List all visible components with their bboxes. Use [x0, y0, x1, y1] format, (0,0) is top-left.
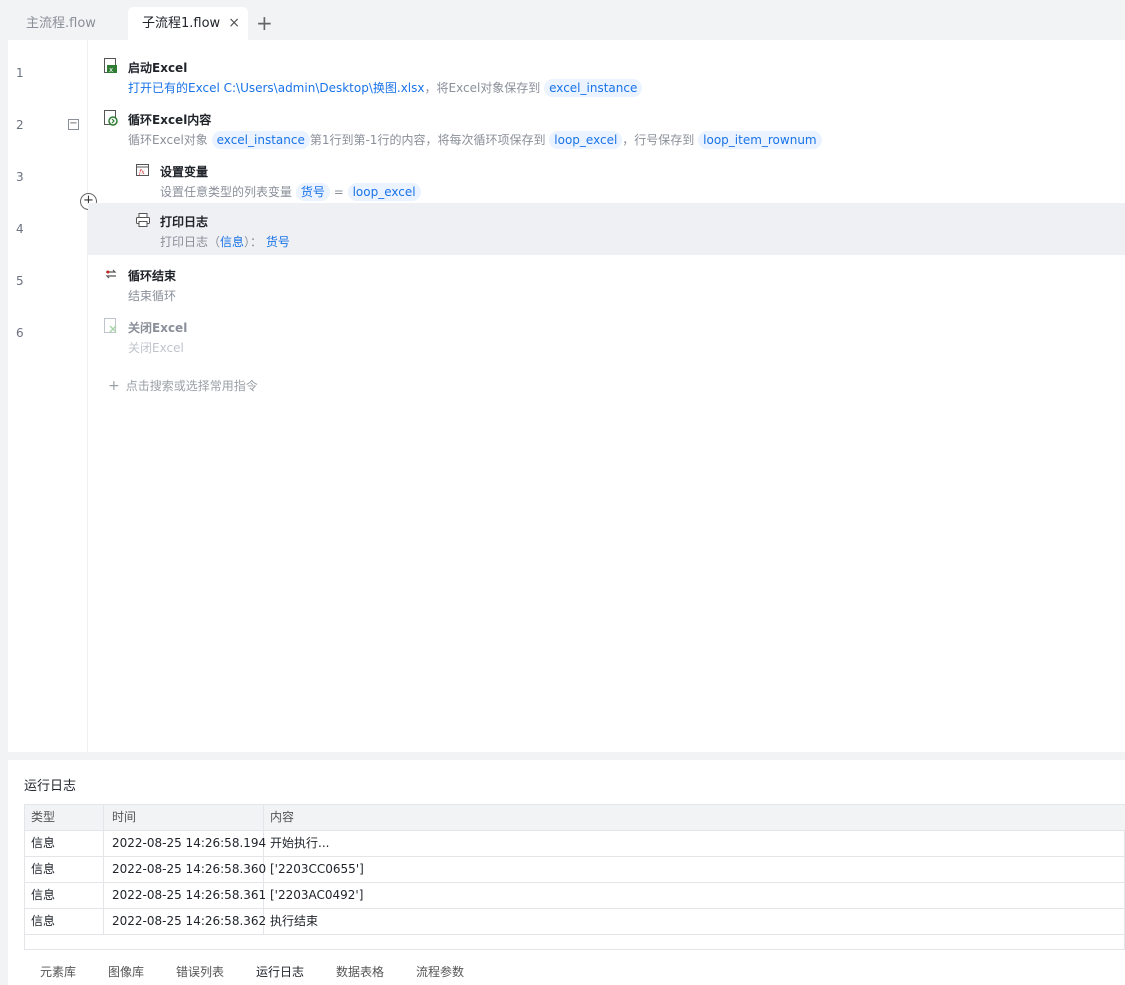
flow-editor: 1 2 3 4 5 6 − + x 启动Excel 打开已有的Excel C:\…: [8, 40, 1125, 752]
excel-loop-icon: [104, 110, 118, 126]
table-row[interactable]: 信息 2022-08-25 14:26:58.194 开始执行...: [25, 831, 1125, 857]
cell-time: 2022-08-25 14:26:58.194: [104, 831, 266, 856]
step-title: 设置变量: [160, 165, 209, 179]
step-desc: 关闭Excel: [128, 341, 184, 355]
step-title: 打印日志: [160, 215, 209, 229]
desc-path: 打开已有的Excel C:\Users\admin\Desktop\换图.xls…: [128, 81, 425, 95]
cell-type: 信息: [25, 909, 104, 934]
step-row[interactable]: x 启动Excel 打开已有的Excel C:\Users\admin\Desk…: [88, 50, 1125, 102]
cell-time: 2022-08-25 14:26:58.360: [104, 857, 266, 882]
desc-text: ，行号保存到: [622, 133, 695, 147]
add-command-link[interactable]: + 点击搜索或选择常用指令: [108, 377, 258, 394]
step-row[interactable]: 循环结束 结束循环: [88, 258, 1125, 310]
cell-content: ['2203CC0655']: [270, 862, 364, 876]
line-number: 5: [16, 274, 24, 288]
step-desc: 打开已有的Excel C:\Users\admin\Desktop\换图.xls…: [128, 79, 643, 97]
column-header[interactable]: 时间: [104, 805, 264, 830]
panel-title: 运行日志: [24, 779, 77, 794]
table-header: 类型 时间 内容: [25, 805, 1125, 831]
variable-chip[interactable]: excel_instance: [211, 131, 310, 149]
table-row[interactable]: 信息 2022-08-25 14:26:58.361 ['2203AC0492'…: [25, 883, 1125, 909]
log-table: 类型 时间 内容 信息 2022-08-25 14:26:58.194 开始执行…: [24, 804, 1125, 950]
close-icon[interactable]: ×: [228, 7, 240, 40]
step-row[interactable]: 循环Excel内容 循环Excel对象 excel_instance 第1行到第-…: [88, 102, 1125, 154]
tab-flow-params[interactable]: 流程参数: [416, 963, 464, 980]
line-gutter: 1 2 3 4 5 6 −: [8, 40, 88, 752]
line-number: 2: [16, 118, 24, 132]
tab-label: 子流程1.flow: [142, 16, 221, 31]
cell-time: 2022-08-25 14:26:58.361: [104, 883, 266, 908]
step-desc: 设置任意类型的列表变量 货号 = loop_excel: [160, 183, 421, 201]
cell-time: 2022-08-25 14:26:58.362: [104, 909, 266, 934]
line-number: 1: [16, 66, 24, 80]
desc-text: 设置任意类型的列表变量: [160, 185, 293, 199]
collapse-icon[interactable]: −: [68, 119, 79, 130]
column-header[interactable]: 类型: [25, 805, 104, 830]
variable-chip[interactable]: excel_instance: [544, 79, 643, 97]
desc-text: ，将Excel对象保存到: [424, 81, 541, 95]
cell-type: 信息: [25, 883, 104, 908]
tab-data-table[interactable]: 数据表格: [336, 963, 384, 980]
cell-content: 开始执行...: [270, 836, 330, 850]
step-desc: 循环Excel对象 excel_instance 第1行到第-1行的内容，将每次循…: [128, 131, 822, 149]
run-log-panel: 运行日志 类型 时间 内容 信息 2022-08-25 14:26:58.194…: [8, 760, 1125, 985]
cell-type: 信息: [25, 831, 104, 856]
variable-chip[interactable]: loop_item_rownum: [698, 131, 822, 149]
set-variable-icon: fx: [136, 162, 150, 178]
step-row[interactable]: fx 设置变量 设置任意类型的列表变量 货号 = loop_excel: [88, 154, 1125, 206]
step-title: 启动Excel: [128, 61, 188, 75]
desc-text: 打印日志（: [160, 235, 221, 249]
log-level[interactable]: 信息: [220, 235, 244, 249]
desc-text: =: [333, 185, 344, 199]
step-title: 循环结束: [128, 269, 177, 283]
svg-text:fx: fx: [138, 169, 145, 176]
desc-text: ）：: [244, 235, 263, 249]
variable-chip[interactable]: loop_excel: [549, 131, 623, 149]
tab-run-log[interactable]: 运行日志: [256, 963, 304, 980]
tab-bar: 主流程.flow 子流程1.flow × +: [0, 0, 1125, 40]
plus-icon: +: [108, 378, 120, 394]
log-value[interactable]: 货号: [266, 235, 290, 249]
line-number: 3: [16, 170, 24, 184]
step-row-selected[interactable]: 打印日志 打印日志（信息）： 货号: [88, 203, 1125, 255]
step-title: 循环Excel内容: [128, 113, 212, 127]
line-number: 6: [16, 326, 24, 340]
step-desc: 结束循环: [128, 289, 177, 303]
cell-content: ['2203AC0492']: [270, 888, 364, 902]
table-row[interactable]: 信息 2022-08-25 14:26:58.360 ['2203CC0655'…: [25, 857, 1125, 883]
cell-type: 信息: [25, 857, 104, 882]
add-tab-icon[interactable]: +: [256, 11, 273, 35]
print-log-icon: [136, 212, 150, 228]
variable-chip[interactable]: 货号: [295, 183, 330, 201]
loop-end-icon: [104, 266, 118, 282]
line-number: 4: [16, 222, 24, 236]
step-row-disabled[interactable]: 关闭Excel 关闭Excel: [88, 310, 1125, 362]
step-title: 关闭Excel: [128, 321, 188, 335]
tab-main-flow[interactable]: 主流程.flow: [26, 7, 96, 40]
svg-text:x: x: [109, 66, 113, 74]
desc-text: 循环Excel对象: [128, 133, 208, 147]
desc-text: 第1行到第-1行的内容，将每次循环项保存到: [309, 133, 546, 147]
tab-error-list[interactable]: 错误列表: [176, 963, 224, 980]
table-row[interactable]: 信息 2022-08-25 14:26:58.362 执行结束: [25, 909, 1125, 935]
tab-subflow-1[interactable]: 子流程1.flow ×: [128, 7, 248, 40]
variable-chip[interactable]: loop_excel: [347, 183, 421, 201]
tab-element-library[interactable]: 元素库: [40, 963, 76, 980]
column-header[interactable]: 内容: [264, 805, 1124, 830]
excel-close-icon: [104, 318, 118, 334]
bottom-tab-bar: 元素库 图像库 错误列表 运行日志 数据表格 流程参数: [8, 960, 1125, 985]
excel-open-icon: x: [104, 58, 118, 74]
tab-image-library[interactable]: 图像库: [108, 963, 144, 980]
cell-content: 执行结束: [270, 914, 319, 928]
step-desc: 打印日志（信息）： 货号: [160, 233, 290, 250]
add-command-label: 点击搜索或选择常用指令: [125, 379, 258, 393]
